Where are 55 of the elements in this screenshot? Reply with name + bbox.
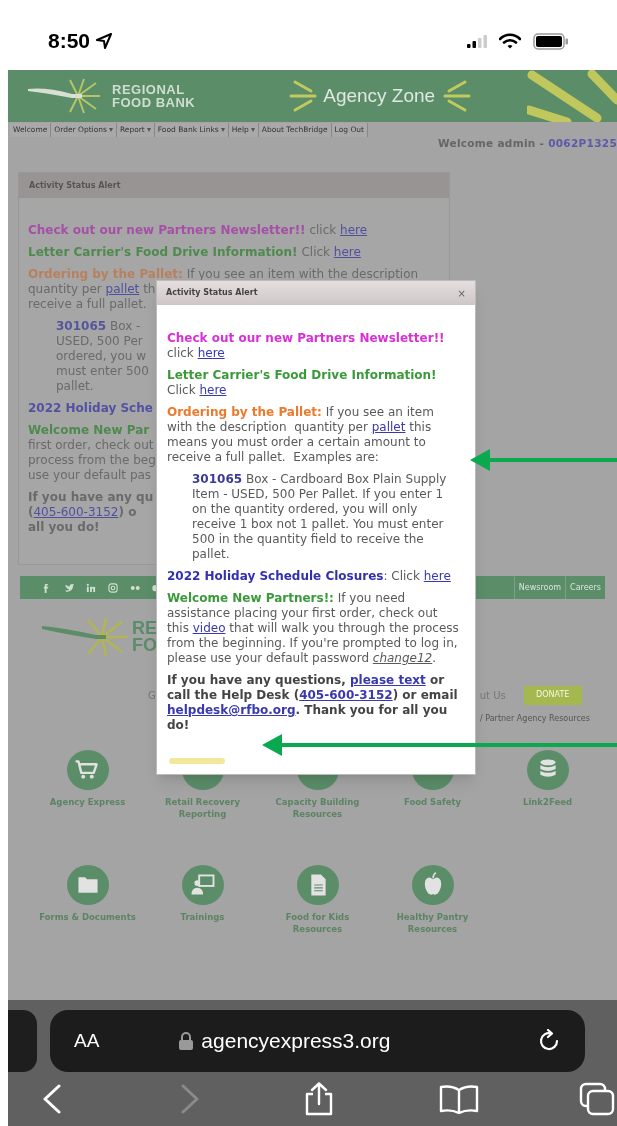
message-text: If you have any qu xyxy=(28,490,154,505)
message-text: process from the beg xyxy=(28,453,156,468)
logo-text: FO xyxy=(132,636,157,654)
footer-link[interactable]: Newsroom xyxy=(513,576,566,599)
panel-title: Activity Status Alert xyxy=(29,179,121,192)
message-text: Check out our new Partners Newsletter!! click here xyxy=(28,223,368,238)
message-text: Check out our new Partners Newsletter!! click here xyxy=(167,331,446,361)
link[interactable]: 405-600-3152 xyxy=(33,505,119,519)
logo-text: RE xyxy=(132,619,157,637)
logo-text: REGIONAL xyxy=(112,83,186,96)
dialog-title: Activity Status Alert xyxy=(166,287,258,299)
message-text: 2022 Holiday Sche xyxy=(28,401,153,416)
welcome-text: Welcome admin - 0062P1325 xyxy=(438,136,617,151)
link[interactable]: here xyxy=(199,383,227,397)
url-text: agencyexpress3.org xyxy=(201,1028,391,1055)
link[interactable]: pallet xyxy=(105,282,140,296)
message-text: ordered, you w xyxy=(56,349,147,364)
message-text: all you do! xyxy=(28,520,100,535)
link[interactable]: here xyxy=(197,346,225,360)
message-text: receive a full pallet. xyxy=(28,297,147,312)
message-text: 301065 Box - Cardboard Box Plain Supply Item - USED, 500 Per Pallet. If you enter 1 on the quantity ordered, you will only receive 1 box not 1 pallet. You must enter 500 in the quantity field to receive the pallet. xyxy=(191,472,448,562)
message-text: Welcome New Par xyxy=(28,423,150,438)
link[interactable]: pallet xyxy=(371,420,406,434)
breadcrumb-text: / Partner Agency Resources xyxy=(480,713,590,725)
account-link[interactable]: 0062P1325 xyxy=(548,137,617,149)
footer-link[interactable]: Careers xyxy=(565,576,605,599)
donate-button[interactable]: DONATE xyxy=(523,685,582,705)
message-text: Letter Carrier's Food Drive Information! Click here xyxy=(28,245,361,260)
message-text: 2022 Holiday Schedule Closures: Click here xyxy=(167,569,452,584)
link[interactable]: video xyxy=(192,621,226,635)
message-text: If you have any questions, please text or call the Help Desk (405-600-3152) or email helpdesk@rfbo.org. Thank you for all you do! xyxy=(167,673,459,733)
message-text: Letter Carrier's Food Drive Information! Click here xyxy=(167,368,438,398)
link[interactable]: 405-600-3152 xyxy=(299,688,393,702)
clock-time: 8:50 xyxy=(48,28,91,55)
message-text: use your default pas xyxy=(28,468,152,483)
message-text: Welcome New Partners!: If you need assistance placing your first order, check out this video that will walk you through the process from the beginning. If you're prompted to log in, please use your default password change12. xyxy=(167,591,460,666)
link[interactable]: please text xyxy=(350,673,426,687)
link[interactable]: here xyxy=(340,223,368,237)
message-text: USED, 500 Per xyxy=(56,334,143,349)
message-text: quantity per pallet th xyxy=(28,282,156,297)
logo-text: FOOD BANK xyxy=(112,96,196,109)
message-text: Ordering by the Pallet: If you see an item with the description quantity per pallet this means you must order a certain amount to receive a full pallet. Examples are: xyxy=(167,405,435,465)
close-button[interactable]: × xyxy=(457,285,466,301)
message-text: 301065 Box - xyxy=(56,319,141,334)
message-text: must enter 500 xyxy=(56,364,149,379)
link[interactable]: here xyxy=(333,245,361,259)
text-size-button[interactable]: AA xyxy=(74,1026,100,1056)
link[interactable]: helpdesk@rfbo.org xyxy=(167,703,296,717)
message-text: Ordering by the Pallet: If you see an item with the description xyxy=(28,267,419,282)
message-text: pallet. xyxy=(56,379,94,394)
site-title: Agency Zone xyxy=(323,83,436,108)
link[interactable]: here xyxy=(423,569,451,583)
message-text: (405-600-3152) o xyxy=(28,505,137,520)
address-bar[interactable]: AA agencyexpress3.org xyxy=(50,1010,585,1072)
message-text: first order, check out xyxy=(28,438,154,453)
